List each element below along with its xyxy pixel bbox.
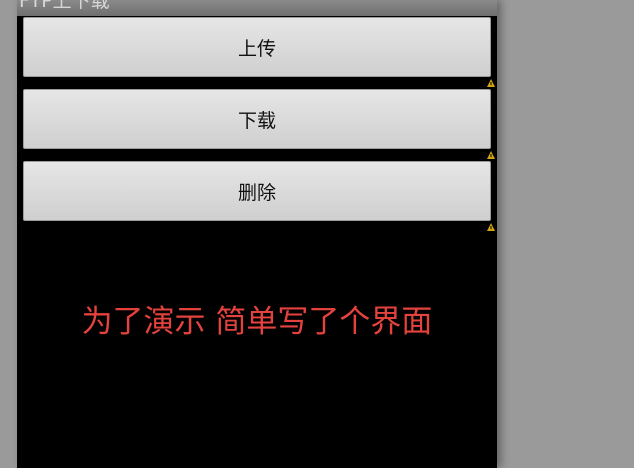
demo-message: 为了演示 简单写了个界面 bbox=[81, 304, 433, 340]
upload-button[interactable]: 上传 bbox=[23, 17, 491, 77]
warning-icon bbox=[487, 151, 495, 159]
download-button[interactable]: 下载 bbox=[23, 89, 491, 149]
app-screen: FTP上下载 上传 下载 删除 为了演示 简单写了个界面 bbox=[17, 0, 497, 468]
window-title: FTP上下载 bbox=[19, 0, 110, 12]
title-bar: FTP上下载 bbox=[17, 0, 497, 16]
delete-button[interactable]: 删除 bbox=[23, 161, 491, 221]
warning-icon bbox=[487, 223, 495, 231]
warning-icon bbox=[487, 79, 495, 87]
